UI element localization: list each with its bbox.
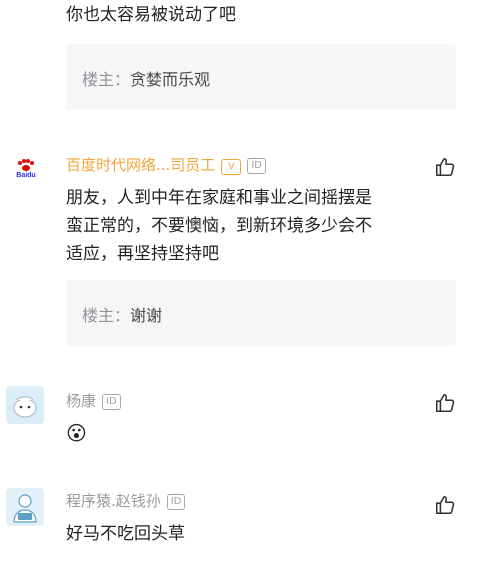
programmer-avatar-icon	[6, 488, 44, 526]
owner-label: 楼主：	[82, 70, 131, 89]
thumbs-up-icon[interactable]	[434, 494, 456, 516]
username[interactable]: 程序猿.赵钱孙	[66, 492, 161, 510]
reply-text: 谢谢	[130, 306, 163, 325]
comment-text-line-1: 朋友，人到中年在家庭和事业之间摇摆是	[66, 188, 372, 208]
id-badge: ID	[166, 494, 186, 510]
cartoon-avatar-icon	[6, 386, 44, 424]
comment-text-line-2: 蛮正常的，不要懊恼，到新环境多少会不	[66, 216, 372, 236]
username-row[interactable]: 程序猿.赵钱孙 ID	[66, 490, 186, 511]
comment-text: 好马不吃回头草	[66, 524, 185, 544]
id-badge: ID	[102, 394, 121, 410]
id-badge: ID	[247, 158, 266, 174]
username-row[interactable]: 杨康 ID	[66, 390, 121, 411]
username[interactable]: 百度时代网络...司员工	[66, 156, 215, 174]
avatar[interactable]: Baidu	[6, 150, 46, 190]
owner-label: 楼主：	[82, 306, 131, 325]
avatar[interactable]	[6, 488, 44, 526]
baidu-logo-icon: Baidu	[6, 150, 46, 190]
username-row[interactable]: 百度时代网络...司员工 V ID	[66, 154, 266, 175]
owner-reply-box[interactable]: 楼主：贪婪而乐观	[66, 44, 456, 110]
verified-badge-icon: V	[221, 159, 242, 175]
thumbs-up-icon[interactable]	[434, 156, 456, 178]
comment-emoji: 😮	[66, 421, 87, 445]
svg-text:Baidu: Baidu	[16, 172, 35, 179]
owner-reply-box[interactable]: 楼主：谢谢	[66, 280, 456, 346]
avatar[interactable]	[6, 386, 44, 424]
reply-text: 贪婪而乐观	[130, 70, 211, 89]
thumbs-up-icon[interactable]	[434, 392, 456, 414]
comment-text: 你也太容易被说动了吧	[66, 5, 236, 25]
comment-text-line-3: 适应，再坚持坚持吧	[66, 244, 219, 264]
username[interactable]: 杨康	[66, 392, 96, 410]
